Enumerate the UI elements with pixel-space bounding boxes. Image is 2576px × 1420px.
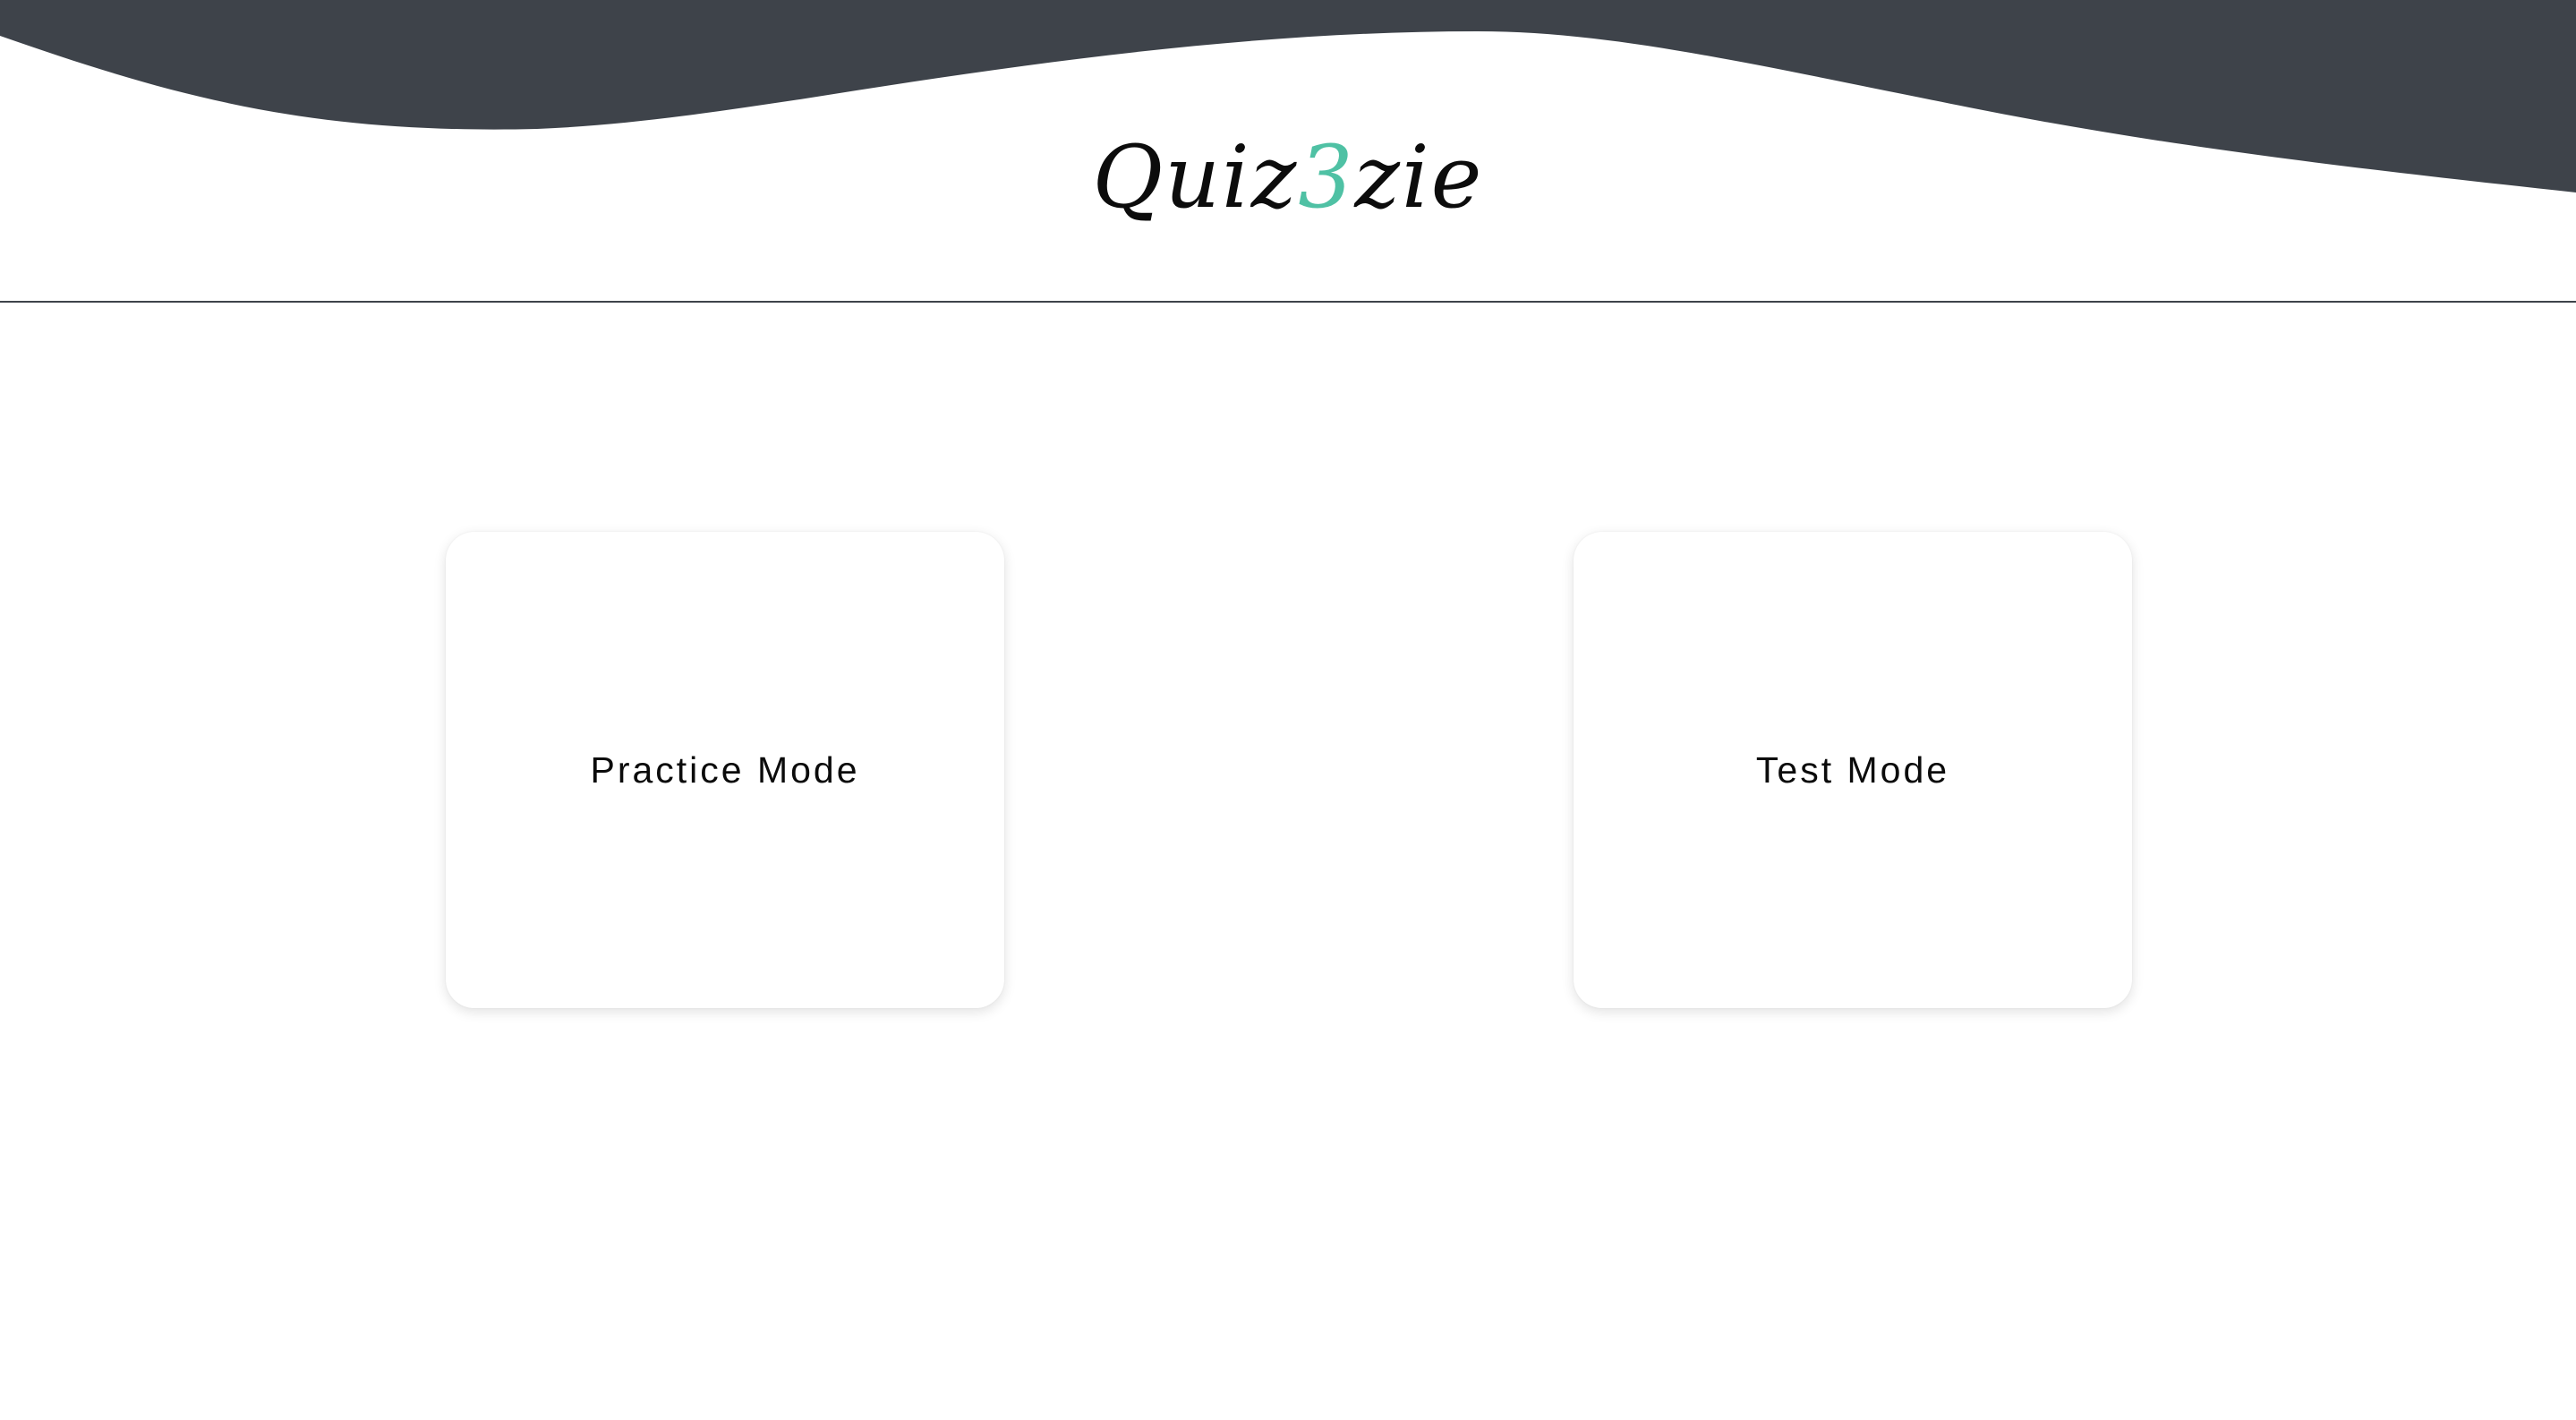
logo: Quiz3zie (0, 134, 2576, 220)
logo-suffix: zie (1354, 127, 1484, 227)
logo-accent: 3 (1298, 127, 1355, 227)
header: Quiz3zie (0, 0, 2576, 303)
page: Quiz3zie Practice Mode Test Mode (0, 0, 2576, 1420)
logo-prefix: Quiz (1092, 127, 1299, 227)
test-mode-label: Test Mode (1755, 748, 1950, 791)
mode-selection: Practice Mode Test Mode (0, 303, 2576, 1420)
test-mode-card[interactable]: Test Mode (1574, 532, 2132, 1008)
practice-mode-label: Practice Mode (590, 748, 860, 791)
practice-mode-card[interactable]: Practice Mode (446, 532, 1004, 1008)
